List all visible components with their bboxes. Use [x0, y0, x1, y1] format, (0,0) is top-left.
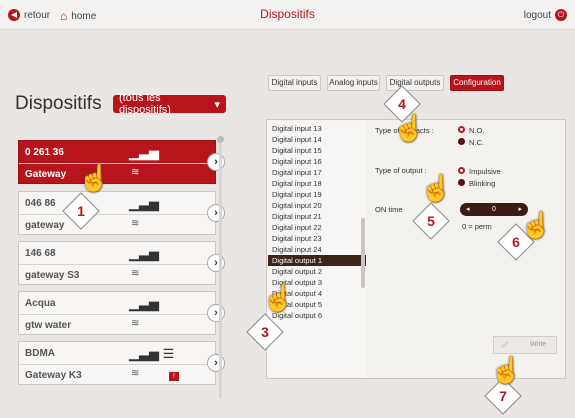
permanent-note: 0 = perm [462, 222, 492, 231]
device-name: gtw water [25, 320, 72, 331]
list-item[interactable]: Digital output 2 [268, 266, 366, 277]
option-impulsive-label: Impulsive [469, 167, 501, 176]
radio-nc[interactable] [458, 138, 465, 145]
pointer-hand-icon: ☝ [262, 283, 295, 313]
chevron-down-icon: ▾ [214, 98, 220, 111]
device-item[interactable]: Acqua gtw water ▁▃▅ ≋ › [18, 291, 225, 335]
logout-label: logout [523, 9, 551, 21]
device-id: BDMA [25, 348, 55, 359]
list-item-selected[interactable]: Digital output 1 [268, 255, 366, 266]
radio-impulsive[interactable] [458, 167, 465, 174]
chevron-right-icon[interactable]: › [207, 153, 225, 171]
device-filter-select[interactable]: (tous les dispositifs) ▾ [113, 92, 226, 116]
power-icon: ⏻ [555, 9, 567, 21]
list-item[interactable]: Digital input 24 [268, 244, 366, 255]
io-list-scrollbar[interactable] [361, 218, 365, 288]
scroll-knob[interactable] [217, 136, 224, 143]
tab-analog-inputs[interactable]: Analog inputs [327, 75, 380, 91]
device-name: gateway S3 [25, 270, 80, 281]
device-item[interactable]: 0 261 36 Gateway ▁▃▅ ≋ › [18, 140, 225, 184]
list-item[interactable]: Digital input 14 [268, 134, 366, 145]
option-blinking-label: Blinking [469, 179, 496, 188]
wifi-icon: ≋ [131, 268, 140, 279]
wifi-icon: ≋ [131, 218, 140, 229]
chevron-right-icon[interactable]: › [207, 304, 225, 322]
device-id: 0 261 36 [25, 147, 64, 158]
device-item[interactable]: BDMA Gateway K3 ▁▃▅ ☰ ≋ ! › [18, 341, 225, 385]
pointer-hand-icon: ☝ [490, 355, 523, 385]
page-title: Dispositifs [260, 7, 315, 21]
device-item[interactable]: 146 68 gateway S3 ▁▃▅ ≋ › [18, 241, 225, 285]
list-item[interactable]: Digital input 21 [268, 211, 366, 222]
option-nc-label: N.C. [469, 138, 484, 147]
on-time-label: ON time [375, 205, 403, 214]
wifi-icon: ≋ [131, 167, 140, 178]
chevron-right-icon[interactable]: › [207, 354, 225, 372]
tab-configuration[interactable]: Configuration [450, 75, 504, 91]
pointer-hand-icon: ☝ [420, 173, 453, 203]
list-item[interactable]: Digital input 22 [268, 222, 366, 233]
callout-1: 1 [62, 192, 100, 230]
device-id: 046 86 [25, 198, 56, 209]
list-item[interactable]: Digital input 13 [268, 123, 366, 134]
pointer-hand-icon: ☝ [78, 163, 111, 193]
chevron-right-icon[interactable]: › [207, 204, 225, 222]
option-no-label: N.O. [469, 126, 485, 135]
device-id: 146 68 [25, 248, 56, 259]
signal-bars-icon: ▁▃▅ ☰ [129, 346, 175, 361]
checkmark-icon: ✔ [500, 338, 511, 352]
device-id: Acqua [25, 298, 56, 309]
list-item[interactable]: Digital input 17 [268, 167, 366, 178]
filter-value: (tous les dispositifs) [119, 92, 171, 116]
list-item[interactable]: Digital input 15 [268, 145, 366, 156]
list-item[interactable]: Digital input 20 [268, 200, 366, 211]
device-name: Gateway [25, 169, 67, 180]
list-item[interactable]: Digital input 19 [268, 189, 366, 200]
device-list: 0 261 36 Gateway ▁▃▅ ≋ › 046 86 gateway … [14, 134, 225, 414]
device-name: Gateway K3 [25, 370, 82, 381]
wifi-icon: ≋ [131, 318, 140, 329]
write-label: Write [530, 341, 547, 348]
callout-5: 5 [412, 202, 450, 240]
chevron-right-icon[interactable]: › [207, 254, 225, 272]
list-item[interactable]: Digital input 18 [268, 178, 366, 189]
signal-bars-icon: ▁▃▅ [129, 246, 159, 261]
list-item[interactable]: Digital input 16 [268, 156, 366, 167]
tab-digital-inputs[interactable]: Digital inputs [268, 75, 321, 91]
signal-bars-icon: ▁▃▅ [129, 296, 159, 311]
top-bar: ◀ retour ⌂ home Dispositifs logout ⏻ [0, 0, 575, 30]
alert-badge: ! [169, 372, 179, 381]
write-button[interactable]: ✔ Write [493, 336, 557, 354]
pointer-hand-icon: ☝ [393, 113, 426, 143]
on-time-stepper[interactable]: ◂ 0 ▸ [460, 203, 528, 216]
logout-link[interactable]: logout ⏻ [524, 9, 567, 21]
signal-bars-icon: ▁▃▅ [129, 196, 159, 211]
pointer-hand-icon: ☝ [520, 210, 553, 240]
wifi-icon: ≋ [131, 368, 140, 379]
signal-bars-icon: ▁▃▅ [129, 145, 159, 160]
callout-3: 3 [246, 313, 284, 351]
list-item[interactable]: Digital input 23 [268, 233, 366, 244]
device-list-scrollbar[interactable] [219, 138, 222, 398]
device-item[interactable]: 046 86 gateway ▁▃▅ ≋ › [18, 191, 225, 235]
radio-no[interactable] [458, 126, 465, 133]
device-name: gateway [25, 220, 65, 231]
radio-blinking[interactable] [458, 179, 465, 186]
output-label: Type of output : [375, 166, 427, 175]
